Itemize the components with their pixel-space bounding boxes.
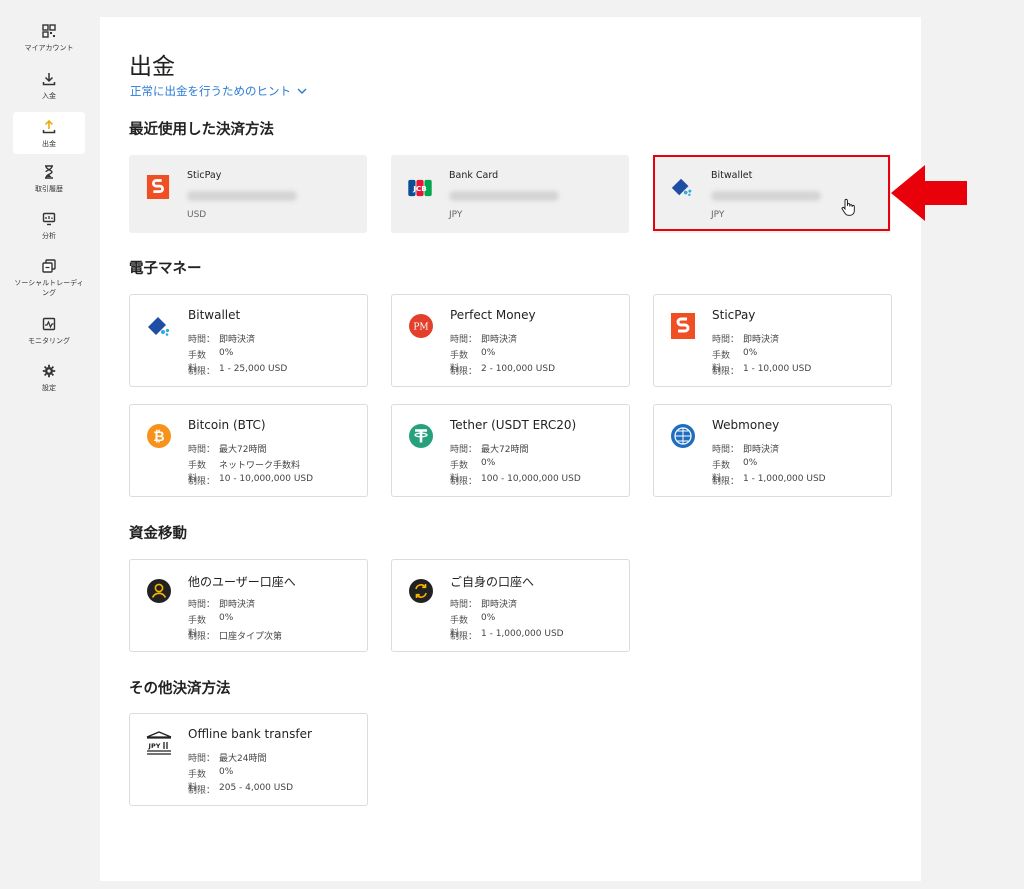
method-card-sticpay[interactable]: SticPay 時間： 即時決済 手数料: 0% 制限： 1 - 10,000 USD (653, 294, 892, 387)
method-name: Webmoney (712, 418, 780, 432)
social-trading-icon (42, 259, 56, 273)
time-row: 時間： 最大24時間 (188, 754, 267, 764)
masked-account (449, 191, 559, 201)
sidebar-item-my-account[interactable]: マイアカウント (13, 24, 85, 58)
monitoring-icon (42, 317, 56, 331)
exchange-icon (409, 579, 433, 603)
limit-row: 制限： 205 - 4,000 USD (188, 783, 294, 796)
limit-row: 制限： 1 - 1,000,000 USD (712, 474, 826, 487)
time-row: 時間： 即時決済 (712, 445, 780, 455)
sidebar-item-label: ソーシャルトレーディング (14, 279, 84, 297)
limit-row: 制限： 2 - 100,000 USD (450, 364, 556, 377)
method-card-perfect-money[interactable]: PM Perfect Money 時間： 即時決済 手数料: 0% 制限： 2 - 1… (391, 294, 630, 387)
sticpay-icon (671, 313, 695, 339)
time-row: 時間： 即時決済 (188, 335, 256, 345)
svg-text:JCB: JCB (412, 184, 426, 193)
time-row: 時間： 即時決済 (712, 335, 780, 345)
deposit-icon (42, 73, 56, 86)
sidebar-item-label: マイアカウント (24, 44, 74, 52)
hint-link-label: 正常に出金を行うためのヒント (130, 84, 291, 98)
sidebar-item-settings[interactable]: 設定 (13, 364, 85, 398)
method-name: Perfect Money (450, 308, 536, 322)
method-card-own-account[interactable]: ご自身の口座へ 時間： 即時決済 手数料: 0% 制限： 1 - 1,000,000 … (391, 559, 630, 652)
sidebar-item-label: モニタリング (28, 337, 70, 345)
page-title: 出金 (129, 54, 175, 80)
svg-text:₿: ₿ (153, 429, 164, 445)
masked-account (187, 191, 297, 201)
webmoney-icon (671, 424, 695, 448)
section-title-other: その他決済方法 (129, 681, 231, 697)
time-row: 時間： 最大72時間 (450, 445, 529, 455)
time-row: 時間： 即時決済 (188, 600, 256, 610)
method-name: Bank Card (449, 170, 499, 181)
method-name: 他のユーザー口座へ (188, 575, 296, 589)
limit-row: 制限： 口座タイプ次第 (188, 632, 283, 642)
section-title-emoney: 電子マネー (129, 261, 202, 277)
sidebar: マイアカウント 入金 出金 取引履歴 分析 ソーシャルトレーディング モニタリン… (0, 0, 97, 889)
method-currency: USD (187, 210, 207, 220)
bitwallet-icon (148, 317, 170, 336)
user-icon (147, 579, 171, 603)
sidebar-item-analytics[interactable]: 分析 (13, 212, 85, 246)
bitcoin-icon: ₿ (147, 424, 171, 448)
hourglass-icon (45, 165, 53, 179)
method-name: Tether (USDT ERC20) (450, 418, 577, 432)
method-currency: JPY (449, 210, 463, 220)
sidebar-item-withdraw[interactable]: 出金 (13, 112, 85, 154)
hint-link[interactable]: 正常に出金を行うためのヒント (130, 83, 307, 99)
sidebar-item-social-trading[interactable]: ソーシャルトレーディング (13, 259, 85, 303)
limit-row: 制限： 10 - 10,000,000 USD (188, 474, 314, 487)
section-title-recent: 最近使用した決済方法 (129, 122, 274, 138)
limit-row: 制限： 1 - 1,000,000 USD (450, 629, 564, 642)
method-card-webmoney[interactable]: Webmoney 時間： 即時決済 手数料: 0% 制限： 1 - 1,000,000… (653, 404, 892, 497)
withdraw-icon (42, 120, 56, 134)
svg-text:JPY: JPY (148, 742, 161, 750)
sidebar-item-label: 出金 (42, 140, 56, 148)
hand-cursor-icon (841, 198, 855, 216)
sidebar-item-label: 設定 (42, 384, 56, 392)
tether-icon (409, 424, 433, 448)
withdraw-panel: 出金 正常に出金を行うためのヒント 最近使用した決済方法 SticPay USD… (100, 17, 921, 881)
perfect-money-icon: PM (409, 314, 433, 338)
gear-icon (42, 364, 56, 378)
sidebar-item-deposit[interactable]: 入金 (13, 72, 85, 106)
sidebar-item-label: 分析 (42, 232, 56, 240)
method-card-other-user[interactable]: 他のユーザー口座へ 時間： 即時決済 手数料: 0% 制限： 口座タイプ次第 (129, 559, 368, 652)
sidebar-item-monitoring[interactable]: モニタリング (13, 317, 85, 351)
dashboard-icon (42, 24, 56, 38)
method-name: SticPay (187, 170, 222, 181)
time-row: 時間： 即時決済 (450, 335, 518, 345)
sidebar-item-label: 入金 (42, 92, 56, 100)
method-card-offline-bank[interactable]: JPY Offline bank transfer 時間： 最大24時間 手数料:… (129, 713, 368, 806)
sidebar-item-history[interactable]: 取引履歴 (13, 165, 85, 199)
method-name: Offline bank transfer (188, 727, 312, 741)
limit-row: 制限： 100 - 10,000,000 USD (450, 474, 581, 487)
time-row: 時間： 最大72時間 (188, 445, 267, 455)
annotation-arrow (891, 165, 967, 221)
recent-method-card[interactable]: JCB Bank Card JPY (391, 155, 629, 233)
method-card-tether[interactable]: Tether (USDT ERC20) 時間： 最大72時間 手数料: 0% 制限：… (391, 404, 630, 497)
sticpay-icon (146, 175, 170, 199)
method-card-bitwallet[interactable]: Bitwallet 時間： 即時決済 手数料: 0% 制限： 1 - 25,000 U… (129, 294, 368, 387)
jcb-icon: JCB (408, 179, 432, 197)
method-name: Bitcoin (BTC) (188, 418, 266, 432)
limit-row: 制限： 1 - 25,000 USD (188, 364, 288, 377)
limit-row: 制限： 1 - 10,000 USD (712, 364, 812, 377)
time-row: 時間： 即時決済 (450, 600, 518, 610)
recent-method-card[interactable]: SticPay USD (129, 155, 367, 233)
method-name: ご自身の口座へ (450, 575, 535, 589)
highlight-box (653, 155, 890, 231)
bank-icon: JPY (146, 731, 172, 755)
chevron-down-icon (297, 88, 307, 94)
method-card-bitcoin[interactable]: ₿ Bitcoin (BTC) 時間： 最大72時間 手数料: ネットワーク手数料 … (129, 404, 368, 497)
method-name: SticPay (712, 308, 756, 322)
method-name: Bitwallet (188, 308, 241, 322)
svg-text:PM: PM (413, 323, 428, 333)
section-title-transfer: 資金移動 (129, 526, 187, 542)
analytics-icon (42, 212, 56, 226)
sidebar-item-label: 取引履歴 (35, 185, 63, 193)
